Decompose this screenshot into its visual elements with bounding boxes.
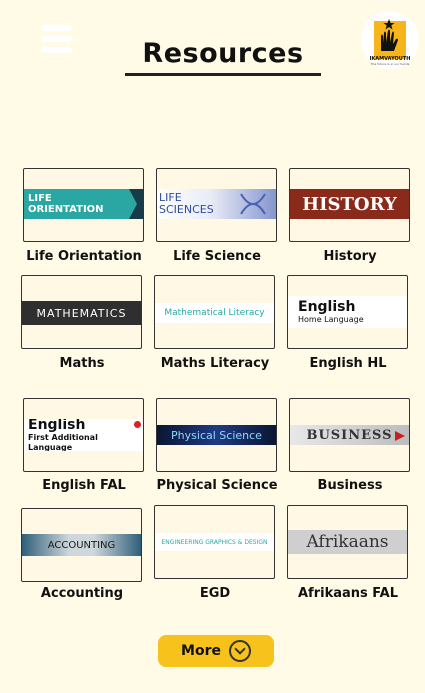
resource-card-egd[interactable]: ENGINEERING GRAPHICS & DESIGN [154, 505, 275, 579]
resource-label[interactable]: Business [280, 478, 420, 493]
banner-text: MATHEMATICS [36, 306, 127, 320]
resource-label[interactable]: Maths [12, 356, 152, 371]
more-button[interactable]: More [158, 635, 274, 667]
banner-text: ACCOUNTING [47, 539, 116, 551]
resource-card-afrikaans-fal[interactable]: Afrikaans [287, 505, 408, 579]
resource-label[interactable]: History [280, 249, 420, 264]
red-arrow-icon [395, 431, 405, 441]
resource-label[interactable]: English HL [278, 356, 418, 371]
banner-text: Physical Science [171, 428, 262, 442]
banner-text: ENGINEERING GRAPHICS & DESIGN [161, 538, 268, 546]
english-hl-banner: English Home Language [288, 296, 407, 328]
resource-label[interactable]: Afrikaans FAL [278, 586, 418, 601]
resource-label[interactable]: EGD [145, 586, 285, 601]
banner-text: English [298, 299, 356, 315]
resource-card-life-science[interactable]: LIFE SCIENCES [156, 168, 277, 242]
resource-label[interactable]: Accounting [12, 586, 152, 601]
banner-text: HISTORY [302, 193, 397, 215]
resource-label[interactable]: Maths Literacy [145, 356, 285, 371]
hamburger-menu-icon[interactable] [41, 25, 72, 53]
chevron-down-circle-icon [228, 640, 251, 662]
resource-label[interactable]: Life Science [147, 249, 287, 264]
history-banner: HISTORY [290, 189, 409, 219]
banner-text: English [28, 419, 86, 433]
resource-label[interactable]: English FAL [14, 478, 154, 493]
arrow-accent-icon [129, 189, 143, 219]
resource-card-english-hl[interactable]: English Home Language [287, 275, 408, 349]
accounting-banner: ACCOUNTING [22, 534, 141, 556]
afrikaans-banner: Afrikaans [288, 530, 407, 554]
banner-text: Afrikaans [306, 532, 389, 552]
logo-tagline: The future is in our hands [370, 62, 410, 66]
resource-card-maths-literacy[interactable]: Mathematical Literacy [154, 275, 275, 349]
resource-card-physical-science[interactable]: Physical Science [156, 398, 277, 472]
resource-card-accounting[interactable]: ACCOUNTING [21, 508, 142, 582]
title-underline [125, 73, 321, 76]
banner-text: Mathematical Literacy [164, 308, 265, 318]
resource-label[interactable]: Physical Science [147, 478, 287, 493]
egd-banner: ENGINEERING GRAPHICS & DESIGN [155, 533, 274, 551]
red-dot-icon [134, 421, 141, 428]
physical-science-banner: Physical Science [157, 425, 276, 445]
more-button-label: More [181, 643, 221, 659]
logo[interactable]: IKAMVAYOUTH The future is in our hands [361, 11, 419, 69]
resource-label[interactable]: Life Orientation [14, 249, 154, 264]
mathematics-banner: MATHEMATICS [22, 301, 141, 325]
resource-card-maths[interactable]: MATHEMATICS [21, 275, 142, 349]
banner-text: BUSINESS [306, 427, 393, 443]
dna-icon [240, 193, 266, 215]
life-orientation-banner: LIFE ORIENTATION [24, 189, 143, 219]
english-fal-banner: English First Additional Language [24, 419, 143, 451]
resource-card-life-orientation[interactable]: LIFE ORIENTATION [23, 168, 144, 242]
page-title: Resources [142, 38, 304, 69]
banner-text: LIFE SCIENCES [159, 191, 214, 216]
business-banner: BUSINESS [290, 425, 409, 445]
banner-subtext: First Additional Language [28, 433, 98, 451]
banner-subtext: Home Language [298, 315, 364, 324]
banner-text: LIFE ORIENTATION [28, 193, 104, 215]
resource-card-history[interactable]: HISTORY [289, 168, 410, 242]
resource-card-business[interactable]: BUSINESS [289, 398, 410, 472]
resource-card-english-fal[interactable]: English First Additional Language [23, 398, 144, 472]
life-sciences-banner: LIFE SCIENCES [157, 189, 276, 219]
mathematical-literacy-banner: Mathematical Literacy [155, 303, 274, 323]
